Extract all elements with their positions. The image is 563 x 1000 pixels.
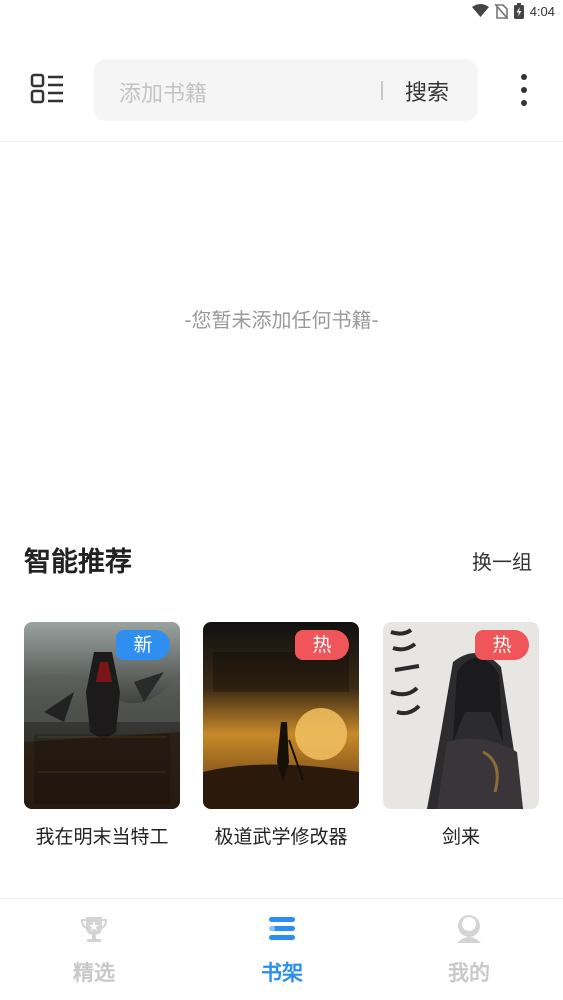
book-card[interactable]: 新 我在明末当特工 (24, 622, 180, 849)
book-cover[interactable]: 热 (383, 622, 539, 809)
book-card[interactable]: 热 极道武学修改器 (203, 622, 359, 849)
tab-label: 精选 (73, 961, 115, 985)
wifi-icon (471, 4, 489, 17)
no-sim-icon (494, 3, 508, 19)
search-input[interactable]: 添加书籍 (119, 76, 207, 108)
search-divider (381, 81, 383, 100)
status-icons: 4:04 (471, 3, 555, 19)
tab-profile[interactable]: 我的 (419, 913, 519, 987)
grid-list-icon (30, 73, 63, 104)
bookshelf-icon (269, 917, 295, 940)
empty-bookshelf-message: -您暂未添加任何书籍- (184, 308, 379, 332)
recommend-title: 智能推荐 (24, 547, 132, 578)
book-cover[interactable]: 新 (24, 622, 180, 809)
book-title[interactable]: 极道武学修改器 (203, 822, 359, 849)
hot-badge: 热 (475, 630, 529, 660)
tab-featured[interactable]: 精选 (44, 913, 144, 987)
header: 添加书籍 搜索 (0, 58, 563, 122)
search-button[interactable]: 搜索 (405, 75, 449, 107)
tab-label: 书架 (261, 961, 303, 985)
header-divider (0, 141, 563, 142)
tab-bookshelf[interactable]: 书架 (232, 913, 332, 987)
more-vertical-icon-dot (521, 74, 527, 80)
trophy-icon (80, 917, 108, 942)
book-title[interactable]: 剑来 (383, 822, 539, 849)
book-card[interactable]: 热 剑来 (383, 622, 539, 849)
user-icon (457, 915, 481, 943)
more-vertical-icon-dot (521, 87, 527, 93)
menu-button[interactable] (29, 72, 65, 108)
battery-charging-icon (513, 3, 524, 19)
hot-badge: 热 (295, 630, 349, 660)
refresh-recommend-button[interactable]: 换一组 (472, 546, 532, 575)
search-box[interactable]: 添加书籍 搜索 (94, 59, 478, 121)
tab-label: 我的 (448, 961, 490, 985)
status-time: 4:04 (529, 3, 555, 19)
book-cover[interactable]: 热 (203, 622, 359, 809)
more-options-button[interactable] (512, 72, 536, 108)
new-badge: 新 (116, 630, 170, 660)
status-bar: 4:04 (0, 0, 563, 24)
book-title[interactable]: 我在明末当特工 (24, 822, 180, 849)
more-vertical-icon-dot (521, 100, 527, 106)
bottom-tab-bar: 精选 书架 我的 (0, 898, 563, 1000)
